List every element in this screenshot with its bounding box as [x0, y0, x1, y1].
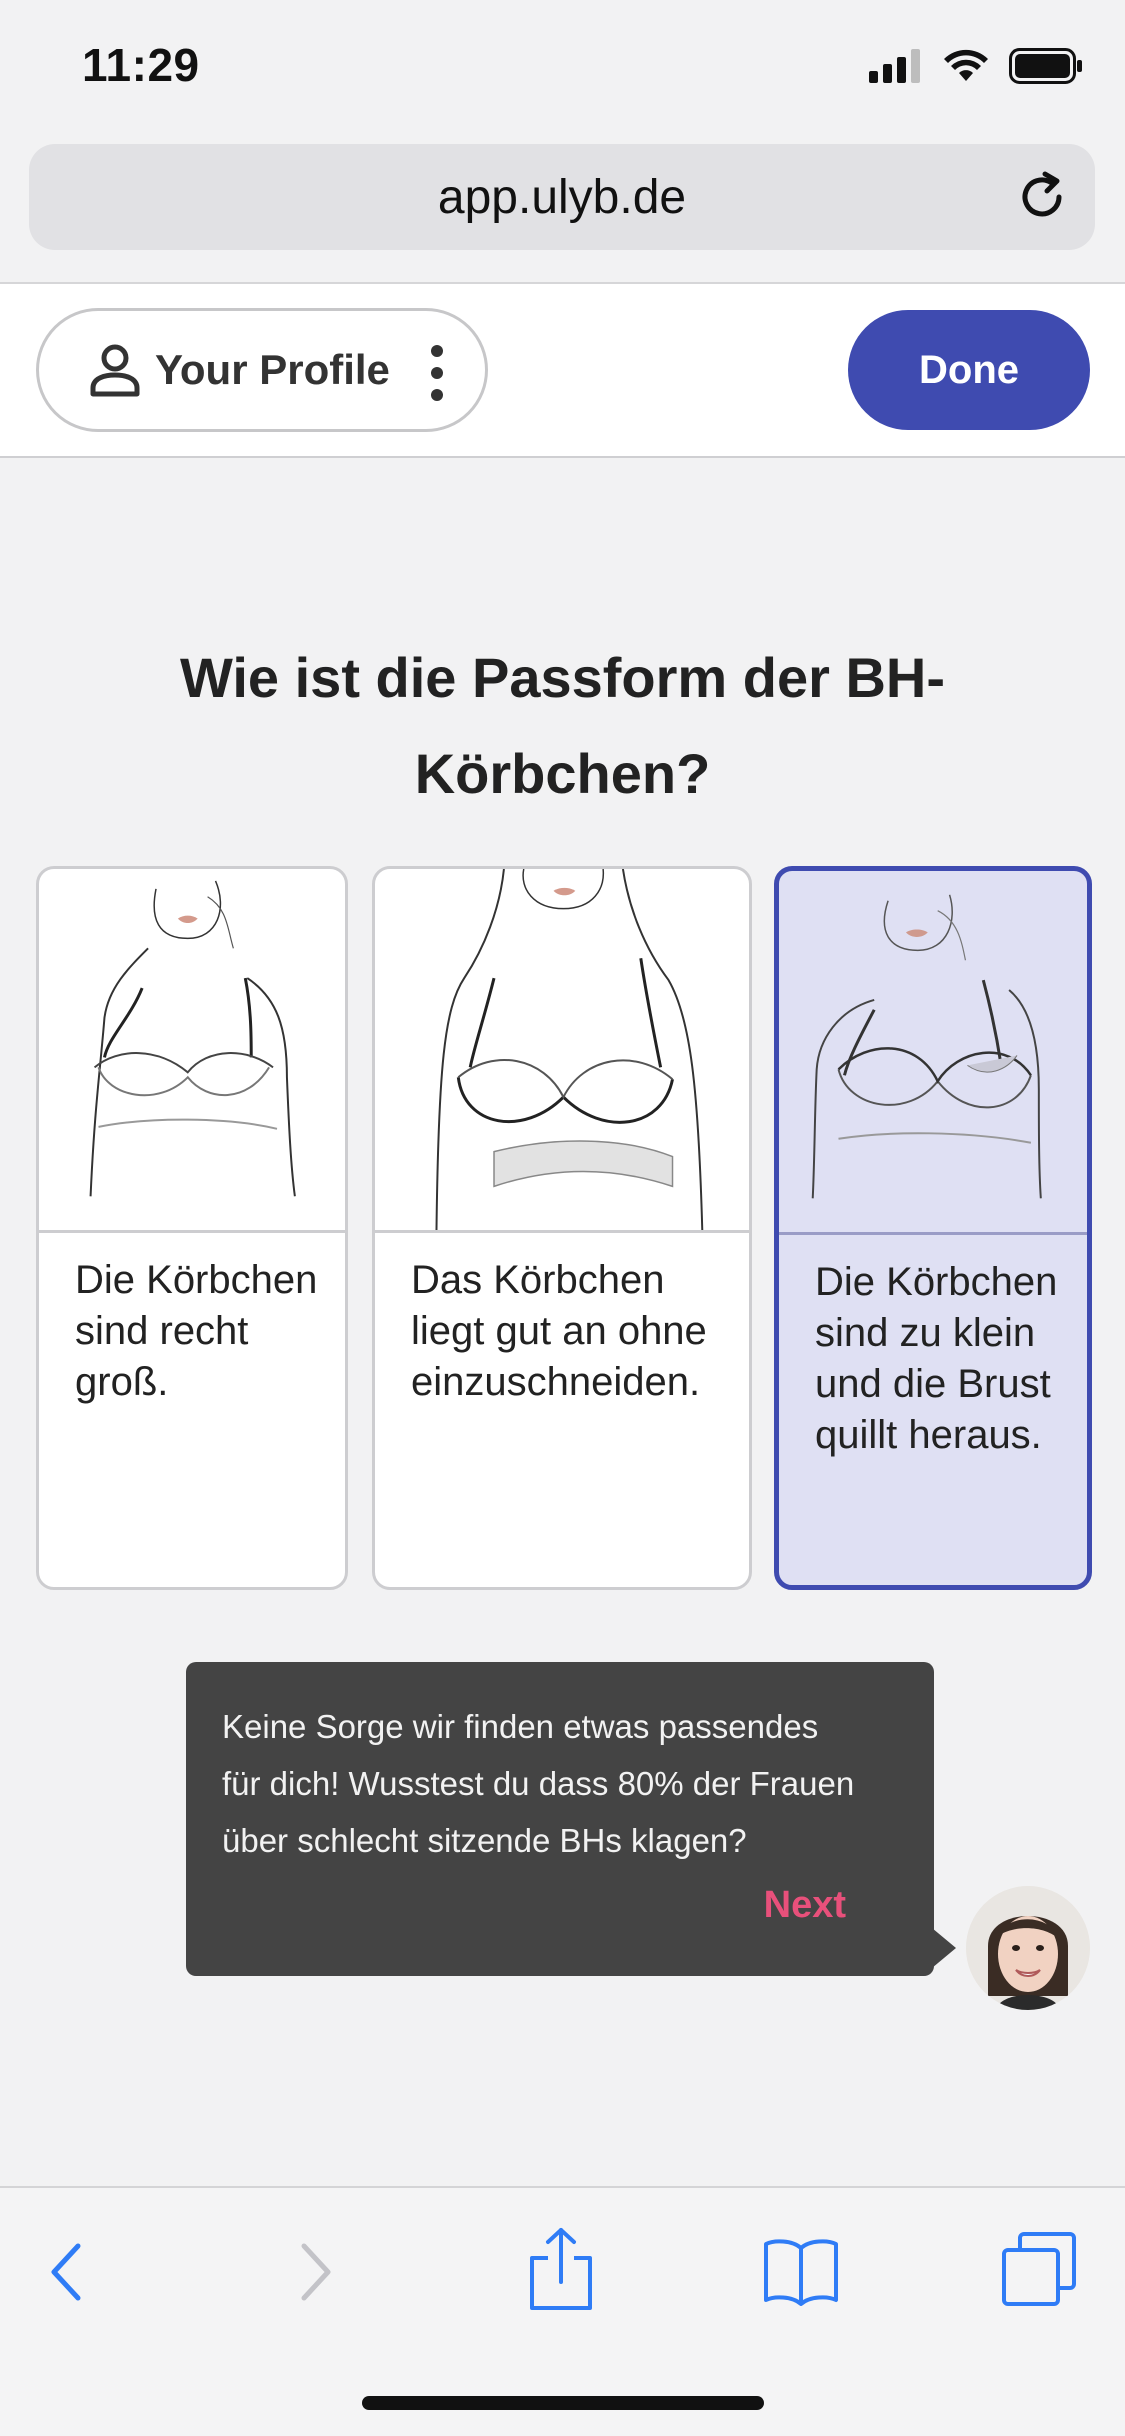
bra-fit-illustration: [375, 869, 749, 1233]
option-text: Das Körbchen liegt gut an ohne einzuschn…: [411, 1258, 707, 1404]
signal-icon: [869, 49, 920, 83]
tooltip-message: Keine Sorge wir finden etwas passendes f…: [222, 1708, 855, 1859]
tabs-icon[interactable]: [1000, 2230, 1078, 2308]
bra-fit-illustration: [39, 880, 345, 1233]
profile-button[interactable]: Your Profile: [36, 308, 488, 432]
user-icon: [90, 344, 140, 397]
done-button[interactable]: Done: [848, 310, 1090, 430]
bookmarks-icon[interactable]: [762, 2236, 840, 2306]
option-card-cups-too-big[interactable]: Die Körbchen sind recht groß.: [36, 866, 348, 1590]
question-title: Wie ist die Passform der BH-Körbchen?: [179, 646, 946, 805]
status-icons: [869, 48, 1083, 84]
status-bar: 11:29: [0, 0, 1125, 140]
address-bar[interactable]: app.ulyb.de: [29, 144, 1095, 250]
url-text[interactable]: app.ulyb.de: [29, 170, 1095, 225]
assistant-tooltip: Keine Sorge wir finden etwas passendes f…: [186, 1662, 956, 1976]
option-text: Die Körbchen sind zu klein und die Brust…: [815, 1260, 1058, 1457]
battery-icon: [1009, 48, 1082, 84]
profile-label: Your Profile: [155, 346, 390, 393]
kebab-icon[interactable]: [429, 345, 445, 401]
home-indicator[interactable]: [362, 2396, 764, 2410]
status-time: 11:29: [82, 39, 200, 91]
back-icon[interactable]: [46, 2240, 86, 2304]
reload-icon[interactable]: [1011, 166, 1073, 228]
assistant-avatar: [966, 1886, 1090, 2010]
share-icon[interactable]: [526, 2226, 596, 2312]
app-header: Your Profile Done: [0, 282, 1125, 458]
wifi-icon: [944, 49, 988, 81]
option-card-cups-too-small[interactable]: Die Körbchen sind zu klein und die Brust…: [774, 866, 1092, 1590]
forward-icon[interactable]: [296, 2240, 336, 2304]
next-button[interactable]: Next: [764, 1884, 846, 1927]
bra-fit-illustration: [779, 894, 1087, 1235]
option-text: Die Körbchen sind recht groß.: [75, 1258, 318, 1404]
option-card-cups-fit-well[interactable]: Das Körbchen liegt gut an ohne einzuschn…: [372, 866, 752, 1590]
